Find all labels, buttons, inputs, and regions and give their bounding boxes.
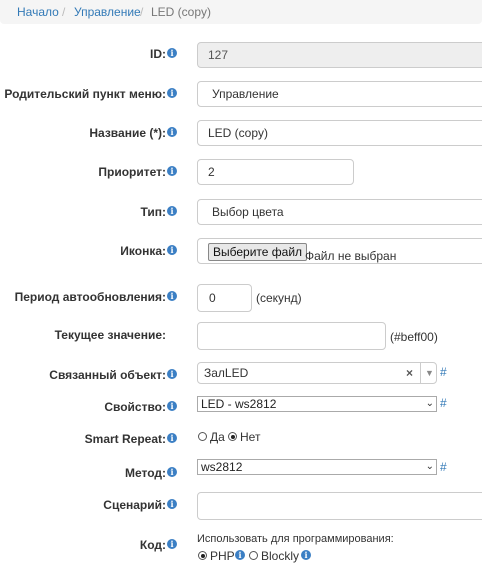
- title-input[interactable]: LED (copy): [197, 120, 482, 146]
- info-circle-icon[interactable]: i: [167, 433, 177, 443]
- info-circle-icon[interactable]: i: [167, 499, 177, 509]
- file-status-text: Файл не выбран: [305, 249, 397, 263]
- info-circle-icon[interactable]: i: [167, 166, 177, 176]
- autoupdate-label: Период автообновления:: [14, 290, 166, 304]
- parent-menu-label: Родительский пункт меню:: [4, 87, 166, 101]
- info-circle-icon[interactable]: i: [167, 245, 177, 255]
- choose-file-button[interactable]: Выберите файл: [208, 243, 308, 261]
- info-circle-icon[interactable]: i: [167, 401, 177, 411]
- smart-repeat-no-label: Нет: [240, 430, 261, 444]
- linked-object-select[interactable]: ЗалLED × ▼: [197, 362, 437, 384]
- property-link[interactable]: #: [440, 396, 447, 410]
- current-value-input[interactable]: [197, 322, 386, 350]
- icon-file-field: Выберите файл Файл не выбран: [197, 238, 482, 264]
- breadcrumb: Начало / Управление / LED (copy): [0, 0, 482, 24]
- current-value-hint: (#beff00): [390, 330, 438, 344]
- method-label: Метод:: [124, 466, 166, 480]
- priority-label: Приоритет:: [98, 165, 166, 179]
- icon-label: Иконка:: [120, 244, 166, 258]
- code-php-radio[interactable]: [198, 551, 207, 560]
- property-value: LED - ws2812: [201, 397, 277, 411]
- method-value: ws2812: [201, 460, 243, 474]
- select-divider: [420, 363, 421, 383]
- property-label: Свойство:: [104, 400, 166, 414]
- info-circle-icon[interactable]: i: [167, 369, 177, 379]
- breadcrumb-section-link[interactable]: Управление: [74, 5, 141, 19]
- info-circle-icon[interactable]: i: [235, 550, 245, 560]
- info-circle-icon[interactable]: i: [167, 127, 177, 137]
- smart-repeat-no-radio[interactable]: [228, 432, 237, 441]
- chevron-down-icon: ⌄: [425, 398, 434, 409]
- code-php-label: PHP: [210, 549, 235, 563]
- autoupdate-unit: (секунд): [256, 291, 302, 305]
- info-circle-icon[interactable]: i: [167, 539, 177, 549]
- breadcrumb-current: LED (copy): [151, 5, 212, 19]
- breadcrumb-home-link[interactable]: Начало: [17, 5, 59, 19]
- type-label: Тип:: [140, 205, 167, 219]
- code-blockly-radio[interactable]: [249, 551, 258, 560]
- info-circle-icon[interactable]: i: [167, 88, 177, 98]
- clear-selection-icon[interactable]: ×: [406, 363, 413, 383]
- current-value-label: Текущее значение:: [54, 328, 166, 342]
- info-circle-icon[interactable]: i: [167, 467, 177, 477]
- smart-repeat-label: Smart Repeat:: [84, 432, 166, 446]
- autoupdate-input[interactable]: 0: [197, 284, 252, 312]
- smart-repeat-yes-radio[interactable]: [198, 432, 207, 441]
- scenario-input[interactable]: [197, 492, 482, 520]
- chevron-down-icon[interactable]: ▼: [425, 363, 434, 383]
- parent-menu-select[interactable]: Управление: [197, 81, 482, 107]
- priority-input[interactable]: 2: [197, 159, 354, 185]
- code-use-for-text: Использовать для программирования:: [197, 533, 394, 545]
- code-blockly-label: Blockly: [261, 549, 300, 563]
- breadcrumb-separator: /: [140, 5, 144, 19]
- property-select[interactable]: LED - ws2812 ⌄: [197, 396, 437, 412]
- method-link[interactable]: #: [440, 460, 447, 474]
- info-circle-icon[interactable]: i: [167, 206, 177, 216]
- info-circle-icon[interactable]: i: [167, 48, 177, 58]
- linked-object-label: Связанный объект:: [49, 368, 166, 382]
- info-circle-icon[interactable]: i: [167, 291, 177, 301]
- breadcrumb-separator: /: [62, 5, 66, 19]
- code-label: Код:: [139, 538, 166, 552]
- method-select[interactable]: ws2812 ⌄: [197, 459, 437, 475]
- scenario-label: Сценарий:: [103, 498, 166, 512]
- id-label: ID:: [150, 47, 166, 61]
- info-circle-icon[interactable]: i: [301, 550, 311, 560]
- linked-object-link[interactable]: #: [440, 365, 447, 379]
- type-select[interactable]: Выбор цвета: [197, 199, 482, 225]
- linked-object-value: ЗалLED: [204, 366, 249, 380]
- chevron-down-icon: ⌄: [425, 461, 434, 472]
- id-field: 127: [197, 42, 482, 68]
- smart-repeat-yes-label: Да: [210, 430, 225, 444]
- title-label: Название (*):: [89, 126, 166, 140]
